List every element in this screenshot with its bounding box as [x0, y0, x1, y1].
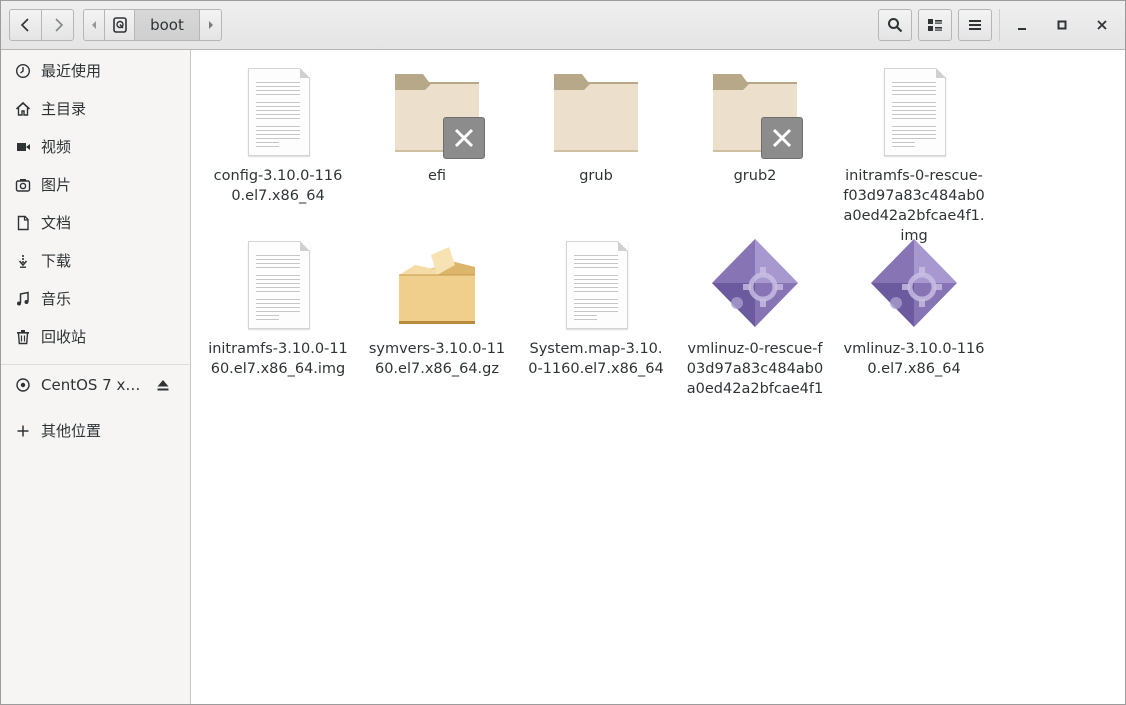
video-icon [15, 139, 31, 155]
search-icon [888, 18, 903, 33]
file-name: initramfs-0-rescue-f03d97a83c484ab0a0ed4… [843, 168, 985, 244]
minimize-icon [1018, 28, 1026, 30]
triangle-left-icon [92, 21, 96, 29]
sidebar: 最近使用 主目录 视频 图片 文档 下载 音乐 回收站 CentOS 7 x… … [1, 50, 191, 704]
chevron-right-icon [54, 18, 63, 32]
file-manager-window: boot 最近使用 主目录 视频 图片 文档 下载 音乐 回收站 CentOS … [0, 0, 1126, 705]
file-name: vmlinuz-3.10.0-1160.el7.x86_64 [843, 341, 985, 377]
sidebar-item-label: 下载 [41, 252, 72, 270]
file-item[interactable]: System.map-3.10.0-1160.el7.x86_64 [521, 237, 671, 379]
list-view-icon [928, 19, 942, 31]
path-root-button[interactable] [104, 9, 135, 41]
sidebar-item-music[interactable]: 音乐 [1, 281, 190, 317]
folder-item[interactable]: grub2 [680, 64, 830, 186]
folder-icon [548, 64, 644, 160]
sidebar-item-pictures[interactable]: 图片 [1, 167, 190, 203]
search-button[interactable] [878, 9, 912, 41]
executable-icon [866, 237, 962, 333]
path-bar: boot [83, 9, 222, 41]
sidebar-item-other-locations[interactable]: 其他位置 [1, 413, 190, 449]
trash-icon [15, 329, 31, 345]
file-item[interactable]: initramfs-0-rescue-f03d97a83c484ab0a0ed4… [839, 64, 989, 246]
text-file-icon [866, 64, 962, 160]
maximize-button[interactable] [1050, 13, 1074, 37]
hamburger-menu-icon [969, 20, 981, 30]
sidebar-item-label: 视频 [41, 138, 72, 156]
sidebar-item-label: 主目录 [41, 100, 87, 118]
path-segment-boot[interactable]: boot [134, 9, 200, 41]
back-button[interactable] [9, 9, 42, 41]
sidebar-item-trash[interactable]: 回收站 [1, 319, 190, 355]
header-bar: boot [1, 1, 1125, 50]
sidebar-item-label: 文档 [41, 214, 72, 232]
music-icon [15, 291, 31, 307]
sidebar-item-label: 最近使用 [41, 62, 102, 80]
folder-icon [707, 64, 803, 160]
chevron-left-icon [20, 18, 29, 32]
executable-icon [707, 237, 803, 333]
eject-icon[interactable] [155, 377, 171, 393]
sidebar-item-home[interactable]: 主目录 [1, 91, 190, 127]
folder-icon [389, 64, 485, 160]
file-name: vmlinuz-0-rescue-f03d97a83c484ab0a0ed42a… [686, 341, 824, 397]
disc-icon [15, 377, 31, 393]
sidebar-item-label: 音乐 [41, 290, 72, 308]
folder-item[interactable]: efi [362, 64, 512, 186]
file-item[interactable]: vmlinuz-3.10.0-1160.el7.x86_64 [839, 237, 989, 379]
navigation-buttons [9, 9, 75, 41]
path-segment-label: boot [150, 16, 184, 34]
maximize-icon [1057, 20, 1067, 30]
file-name: initramfs-3.10.0-1160.el7.x86_64.img [208, 341, 348, 377]
file-name: System.map-3.10.0-1160.el7.x86_64 [528, 341, 664, 377]
text-file-icon [548, 237, 644, 333]
drive-icon [112, 17, 127, 33]
forward-button[interactable] [41, 9, 74, 41]
path-scroll-right-button[interactable] [199, 9, 222, 41]
file-item[interactable]: initramfs-3.10.0-1160.el7.x86_64.img [203, 237, 353, 379]
path-scroll-left-button[interactable] [83, 9, 105, 41]
sidebar-item-label: 回收站 [41, 328, 87, 346]
file-name: symvers-3.10.0-1160.el7.x86_64.gz [368, 341, 506, 377]
file-grid: config-3.10.0-1160.el7.x86_64 efi grub g… [191, 50, 1125, 704]
triangle-right-icon [208, 21, 213, 29]
sidebar-item-documents[interactable]: 文档 [1, 205, 190, 241]
locked-emblem-icon [761, 117, 803, 159]
close-button[interactable] [1090, 13, 1114, 37]
sidebar-item-label: 其他位置 [41, 422, 102, 440]
file-name: efi [427, 168, 447, 184]
download-icon [15, 253, 31, 269]
close-icon [1097, 20, 1107, 30]
camera-icon [15, 177, 31, 193]
archive-package-icon [389, 237, 485, 333]
sidebar-item-recent[interactable]: 最近使用 [1, 53, 190, 89]
sidebar-separator [1, 364, 190, 365]
text-file-icon [230, 64, 326, 160]
plus-icon [15, 423, 31, 439]
sidebar-item-centos-disc[interactable]: CentOS 7 x… [1, 367, 190, 403]
file-name: grub2 [733, 168, 777, 184]
text-file-icon [230, 237, 326, 333]
sidebar-item-videos[interactable]: 视频 [1, 129, 190, 165]
file-item[interactable]: vmlinuz-0-rescue-f03d97a83c484ab0a0ed42a… [680, 237, 830, 399]
file-name: grub [579, 168, 613, 184]
header-separator [999, 9, 1000, 41]
view-toggle-button[interactable] [918, 9, 952, 41]
main-menu-button[interactable] [958, 9, 992, 41]
sidebar-item-label: 图片 [41, 176, 72, 194]
sidebar-item-downloads[interactable]: 下载 [1, 243, 190, 279]
home-icon [15, 101, 31, 117]
minimize-button[interactable] [1010, 13, 1034, 37]
locked-emblem-icon [443, 117, 485, 159]
sidebar-item-label: CentOS 7 x… [41, 376, 141, 394]
file-item[interactable]: config-3.10.0-1160.el7.x86_64 [203, 64, 353, 206]
file-name: config-3.10.0-1160.el7.x86_64 [213, 168, 343, 204]
document-icon [15, 215, 31, 231]
folder-item[interactable]: grub [521, 64, 671, 186]
file-item[interactable]: symvers-3.10.0-1160.el7.x86_64.gz [362, 237, 512, 379]
recent-clock-icon [15, 63, 31, 79]
